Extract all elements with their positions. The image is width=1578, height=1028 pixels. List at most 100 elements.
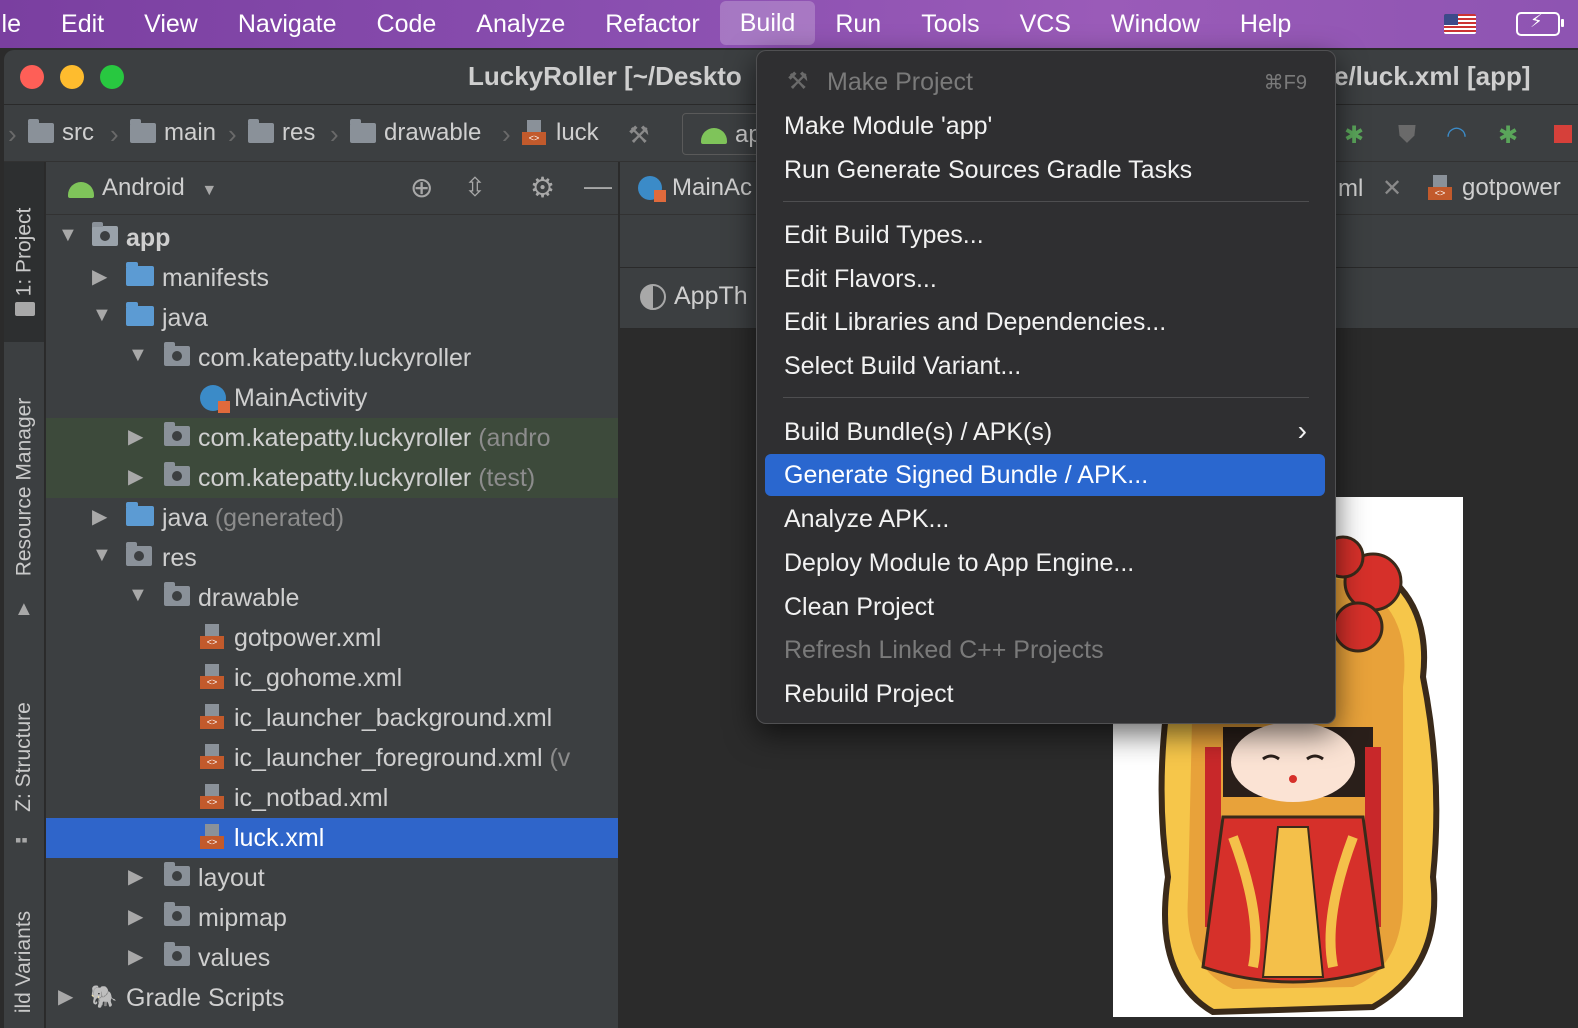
menu-item-refresh-cpp[interactable]: Refresh Linked C++ Projects bbox=[765, 629, 1325, 671]
breadcrumb-src[interactable]: src bbox=[28, 117, 94, 149]
tree-item-ic-gohome[interactable]: ic_gohome.xml bbox=[46, 658, 618, 698]
collapsed-arrow-icon[interactable]: ▶ bbox=[128, 424, 143, 449]
menu-item-deploy-app-engine[interactable]: Deploy Module to App Engine... bbox=[765, 542, 1325, 584]
tree-item-package-android-test[interactable]: ▶ com.katepatty.luckyroller (andro bbox=[46, 418, 618, 458]
hide-panel-icon[interactable]: — bbox=[584, 170, 612, 202]
menu-vcs[interactable]: VCS bbox=[1000, 0, 1091, 48]
menu-window[interactable]: Window bbox=[1091, 0, 1220, 48]
menu-item-edit-flavors[interactable]: Edit Flavors... bbox=[765, 258, 1325, 300]
collapsed-arrow-icon[interactable]: ▶ bbox=[92, 264, 107, 289]
menu-item-edit-build-types[interactable]: Edit Build Types... bbox=[765, 214, 1325, 256]
menu-item-make-module[interactable]: Make Module 'app' bbox=[765, 105, 1325, 147]
menu-code[interactable]: Code bbox=[357, 0, 457, 48]
menu-item-rebuild-project[interactable]: Rebuild Project bbox=[765, 673, 1325, 715]
tree-item-values[interactable]: ▶ values bbox=[46, 938, 618, 978]
tree-item-layout[interactable]: ▶ layout bbox=[46, 858, 618, 898]
menu-view[interactable]: View bbox=[124, 0, 218, 48]
tree-item-manifests[interactable]: ▶ manifests bbox=[46, 258, 618, 298]
menu-help[interactable]: Help bbox=[1220, 0, 1311, 48]
tree-label: com.katepatty.luckyroller bbox=[198, 344, 472, 372]
gear-icon[interactable]: ⚙ bbox=[530, 171, 555, 204]
tree-item-gotpower[interactable]: gotpower.xml bbox=[46, 618, 618, 658]
tree-label: res bbox=[162, 544, 197, 572]
project-panel: Android ▼ ⊕ ⇳ ⚙ — ▼ app ▶ manifests ▼ ja… bbox=[46, 162, 618, 1028]
collapsed-arrow-icon[interactable]: ▶ bbox=[128, 944, 143, 969]
package-icon bbox=[164, 422, 190, 446]
menu-item-make-project[interactable]: ⚒ Make Project ⌘F9 bbox=[765, 61, 1325, 103]
profiler-gauge-icon[interactable]: ◠ bbox=[1446, 121, 1467, 150]
menu-build[interactable]: Build bbox=[719, 1, 816, 45]
expanded-arrow-icon[interactable]: ▼ bbox=[92, 304, 112, 327]
tab-build-variants[interactable]: ild Variants bbox=[4, 897, 44, 1027]
tree-item-java[interactable]: ▼ java bbox=[46, 298, 618, 338]
menu-item-edit-libraries[interactable]: Edit Libraries and Dependencies... bbox=[765, 301, 1325, 343]
tree-item-ic-notbad[interactable]: ic_notbad.xml bbox=[46, 778, 618, 818]
locate-crosshair-icon[interactable]: ⊕ bbox=[410, 171, 433, 204]
tree-item-ic-launcher-background[interactable]: ic_launcher_background.xml bbox=[46, 698, 618, 738]
expanded-arrow-icon[interactable]: ▼ bbox=[58, 224, 78, 247]
tree-item-res[interactable]: ▼ res bbox=[46, 538, 618, 578]
menu-refactor[interactable]: Refactor bbox=[585, 0, 719, 48]
menu-tools[interactable]: Tools bbox=[901, 0, 999, 48]
menu-item-select-build-variant[interactable]: Select Build Variant... bbox=[765, 345, 1325, 387]
hammer-icon[interactable]: ⚒ bbox=[628, 121, 650, 150]
collapsed-arrow-icon[interactable]: ▶ bbox=[58, 984, 73, 1009]
coverage-shield-icon[interactable]: ⛊ bbox=[1398, 121, 1416, 149]
menu-edit[interactable]: Edit bbox=[41, 0, 124, 48]
collapsed-arrow-icon[interactable]: ▶ bbox=[128, 464, 143, 489]
tree-item-mipmap[interactable]: ▶ mipmap bbox=[46, 898, 618, 938]
tree-item-app[interactable]: ▼ app bbox=[46, 218, 618, 258]
battery-charging-icon[interactable]: ⚡ bbox=[1516, 11, 1564, 36]
stop-icon[interactable] bbox=[1554, 125, 1572, 143]
tab-structure[interactable]: Z: Structure bbox=[4, 682, 44, 832]
collapsed-arrow-icon[interactable]: ▶ bbox=[128, 904, 143, 929]
menu-item-generate-signed-bundle[interactable]: Generate Signed Bundle / APK... bbox=[765, 454, 1325, 496]
tree-label: ic_launcher_background.xml bbox=[234, 704, 553, 732]
breadcrumb-luck[interactable]: luck bbox=[522, 117, 599, 149]
tree-item-java-generated[interactable]: ▶ java (generated) bbox=[46, 498, 618, 538]
breadcrumb-drawable[interactable]: drawable bbox=[350, 117, 481, 149]
breadcrumb-main[interactable]: main bbox=[130, 117, 216, 149]
menu-analyze[interactable]: Analyze bbox=[456, 0, 585, 48]
tree-item-drawable[interactable]: ▼ drawable bbox=[46, 578, 618, 618]
tree-item-mainactivity[interactable]: MainActivity bbox=[46, 378, 618, 418]
expanded-arrow-icon[interactable]: ▼ bbox=[128, 584, 148, 607]
menu-item-label: Run Generate Sources Gradle Tasks bbox=[784, 156, 1193, 184]
zoom-window-button[interactable] bbox=[100, 65, 124, 89]
tab-gotpower[interactable]: gotpower bbox=[1428, 172, 1561, 204]
breadcrumb-res[interactable]: res bbox=[248, 117, 315, 149]
collapsed-arrow-icon[interactable]: ▶ bbox=[128, 864, 143, 889]
collapsed-arrow-icon[interactable]: ▶ bbox=[92, 504, 107, 529]
tree-item-gradle-scripts[interactable]: ▶ 🐘 Gradle Scripts bbox=[46, 978, 618, 1018]
theme-selector[interactable]: AppTh bbox=[640, 282, 748, 311]
close-window-button[interactable] bbox=[20, 65, 44, 89]
android-icon bbox=[701, 128, 727, 144]
breadcrumb-label: src bbox=[62, 119, 94, 146]
menu-item-analyze-apk[interactable]: Analyze APK... bbox=[765, 498, 1325, 540]
menu-item-run-generate-sources[interactable]: Run Generate Sources Gradle Tasks bbox=[765, 149, 1325, 191]
close-tab-icon[interactable]: ✕ bbox=[1382, 175, 1402, 202]
minimize-window-button[interactable] bbox=[60, 65, 84, 89]
menu-file[interactable]: ile bbox=[0, 0, 41, 48]
attach-debugger-icon[interactable]: ✱ bbox=[1498, 121, 1518, 150]
menu-item-build-bundles-apks[interactable]: Build Bundle(s) / APK(s) › bbox=[765, 411, 1325, 453]
us-flag-icon[interactable] bbox=[1444, 14, 1476, 34]
tab-resource-manager[interactable]: Resource Manager bbox=[4, 372, 44, 602]
expanded-arrow-icon[interactable]: ▼ bbox=[92, 544, 112, 567]
project-view-dropdown[interactable]: Android ▼ bbox=[102, 174, 217, 202]
debug-bug-icon[interactable]: ✱ bbox=[1344, 121, 1364, 150]
tab-mainactivity[interactable]: MainAc bbox=[638, 172, 752, 204]
tree-item-package[interactable]: ▼ com.katepatty.luckyroller bbox=[46, 338, 618, 378]
collapse-all-icon[interactable]: ⇳ bbox=[464, 172, 486, 203]
expanded-arrow-icon[interactable]: ▼ bbox=[128, 344, 148, 367]
menu-run[interactable]: Run bbox=[815, 0, 901, 48]
menu-navigate[interactable]: Navigate bbox=[218, 0, 357, 48]
menu-item-clean-project[interactable]: Clean Project bbox=[765, 586, 1325, 628]
tree-item-luck-selected[interactable]: luck.xml bbox=[46, 818, 618, 858]
tab-xml[interactable]: ml ✕ bbox=[1338, 174, 1402, 203]
tree-label: gotpower.xml bbox=[234, 624, 382, 652]
module-folder-icon bbox=[92, 222, 118, 246]
run-configuration-dropdown[interactable]: ap bbox=[682, 113, 764, 155]
tree-item-ic-launcher-foreground[interactable]: ic_launcher_foreground.xml (v bbox=[46, 738, 618, 778]
tree-item-package-test[interactable]: ▶ com.katepatty.luckyroller (test) bbox=[46, 458, 618, 498]
